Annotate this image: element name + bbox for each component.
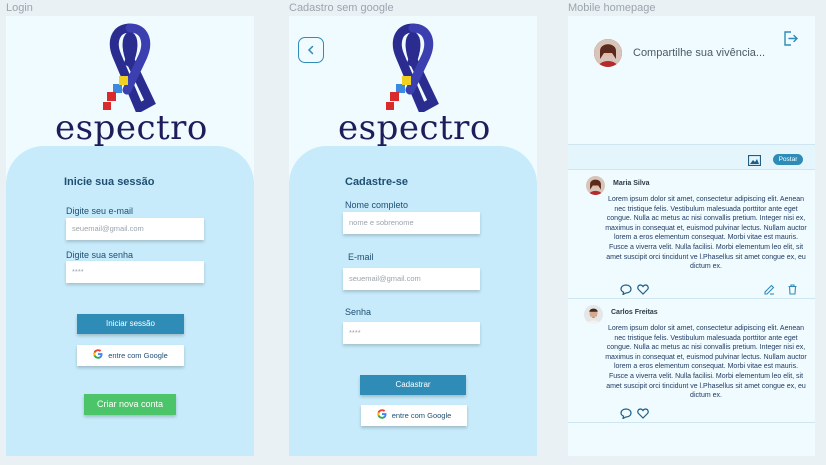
- frame-label-home: Mobile homepage: [568, 2, 656, 14]
- post-text: Lorem ipsum dolor sit amet, consectetur …: [605, 325, 807, 400]
- signup-screen: espectro Cadastre-se Nome completo nome …: [289, 16, 537, 456]
- google-signup-label: entre com Google: [391, 411, 452, 420]
- avatar: [594, 39, 622, 67]
- password-input[interactable]: ****: [66, 261, 204, 283]
- post-author: Maria Silva: [613, 180, 650, 187]
- post-button[interactable]: Postar: [773, 154, 803, 165]
- login-button[interactable]: Iniciar sessão: [77, 314, 184, 334]
- signup-panel: Cadastre-se Nome completo nome e sobreno…: [289, 146, 537, 456]
- post-toolbar: Postar: [568, 144, 815, 170]
- create-account-button[interactable]: Criar nova conta: [84, 394, 176, 415]
- brand-name: espectro: [338, 108, 491, 148]
- login-title: Inicie sua sessão: [64, 176, 155, 188]
- google-signup-button[interactable]: entre com Google: [361, 405, 467, 426]
- back-button[interactable]: [298, 37, 324, 63]
- google-login-button[interactable]: entre com Google: [77, 345, 184, 366]
- chevron-left-icon: [307, 45, 314, 55]
- awareness-ribbon-icon: [103, 23, 156, 112]
- image-upload-icon[interactable]: [747, 153, 762, 171]
- awareness-ribbon-icon: [386, 23, 439, 112]
- brand-logo: espectro: [55, 22, 208, 148]
- name-label: Nome completo: [345, 200, 409, 210]
- name-input[interactable]: nome e sobrenome: [343, 212, 480, 234]
- google-login-label: entre com Google: [108, 351, 168, 360]
- login-screen: espectro Inicie sua sessão Digite seu e-…: [6, 16, 254, 456]
- post-text: Lorem ipsum dolor sit amet, consectetur …: [605, 196, 807, 271]
- login-panel: Inicie sua sessão Digite seu e-mail seue…: [6, 146, 254, 456]
- brand-name: espectro: [55, 108, 208, 148]
- password-input[interactable]: ****: [343, 322, 480, 344]
- share-input[interactable]: Compartilhe sua vivência...: [633, 47, 765, 59]
- email-label: E-mail: [348, 252, 374, 262]
- post-divider: [568, 298, 815, 299]
- google-icon: [93, 346, 103, 367]
- brand-logo: espectro: [338, 22, 491, 148]
- avatar: [584, 305, 603, 324]
- google-icon: [376, 406, 387, 427]
- avatar: [586, 176, 605, 195]
- email-input[interactable]: seuemail@gmail.com: [343, 268, 480, 290]
- post-divider: [568, 422, 815, 423]
- signup-title: Cadastre-se: [345, 176, 408, 188]
- signup-button[interactable]: Cadastrar: [360, 375, 466, 395]
- logout-icon[interactable]: [782, 30, 799, 52]
- email-input[interactable]: seuemail@gmail.com: [66, 218, 204, 240]
- frame-label-login: Login: [6, 2, 33, 14]
- home-screen: Compartilhe sua vivência... Postar Maria…: [568, 16, 815, 456]
- frame-label-signup: Cadastro sem google: [289, 2, 394, 14]
- password-label: Digite sua senha: [66, 250, 134, 260]
- password-label: Senha: [345, 307, 372, 317]
- post-author: Carlos Freitas: [611, 309, 658, 316]
- share-header: Compartilhe sua vivência...: [568, 16, 815, 146]
- email-label: Digite seu e-mail: [66, 206, 134, 216]
